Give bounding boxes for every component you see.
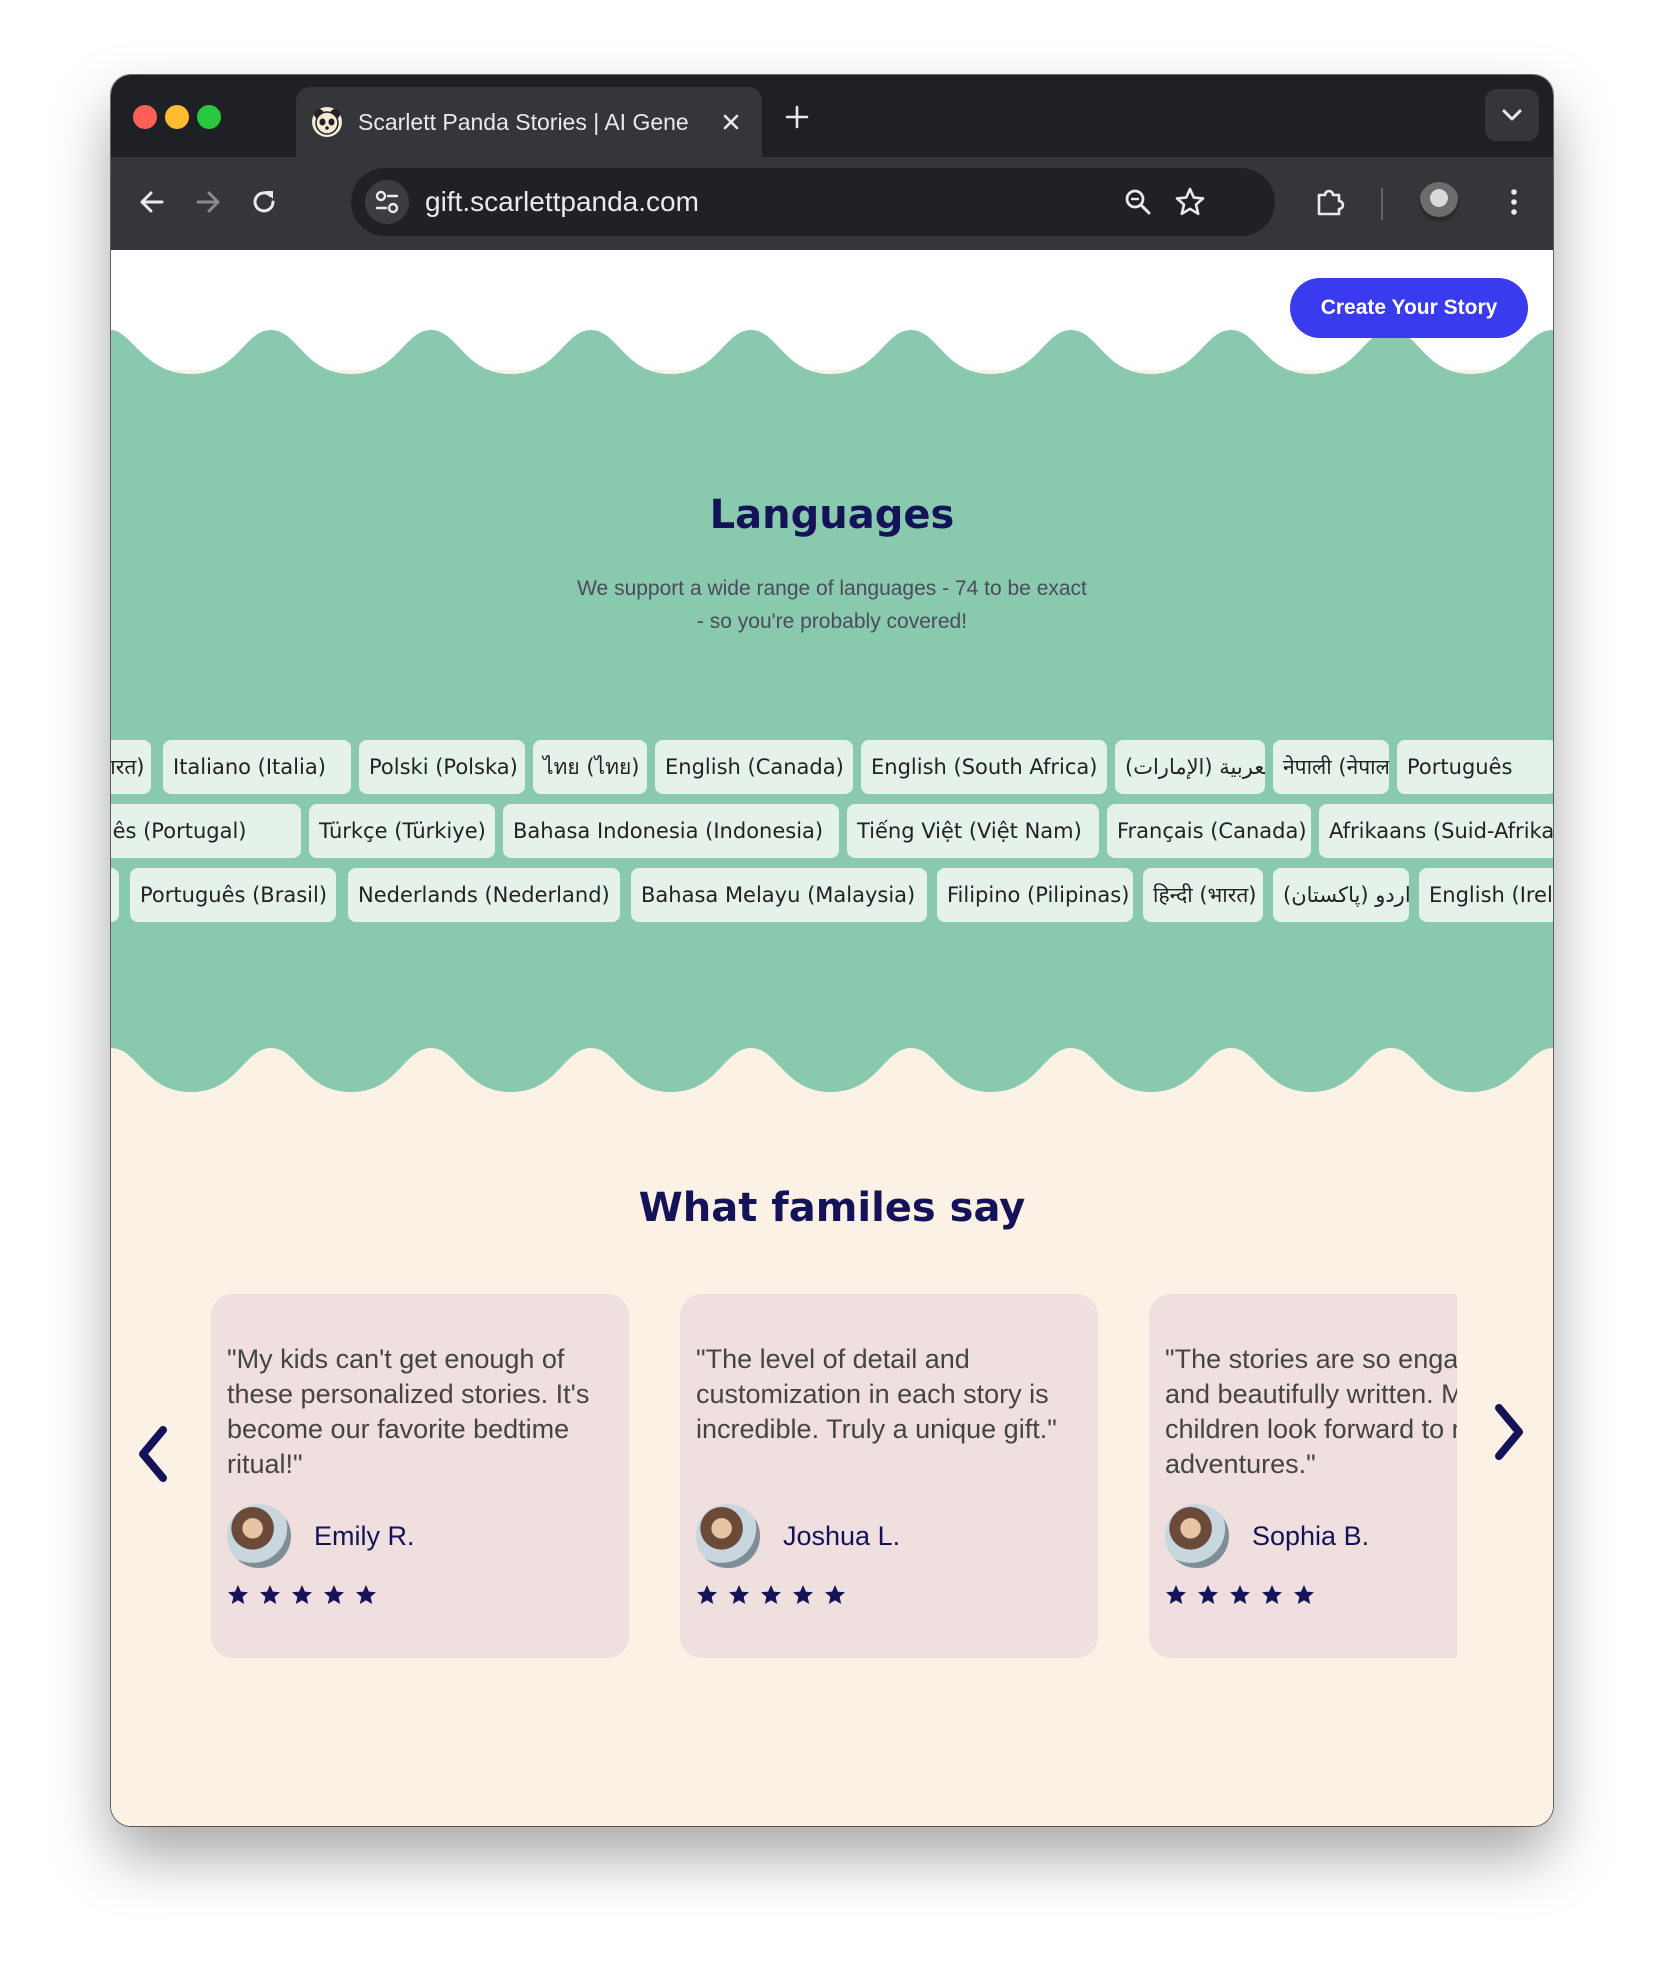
- browser-tab[interactable]: Scarlett Panda Stories | AI Generated: [296, 87, 762, 157]
- star-icon: [1198, 1585, 1218, 1604]
- minimize-window-button[interactable]: [165, 105, 189, 129]
- language-chip: اردو (پاکستان): [1273, 868, 1409, 922]
- testimonials-heading: What familes say: [638, 1185, 1026, 1231]
- toolbar-divider: [1381, 188, 1383, 220]
- star-icon: [324, 1585, 344, 1604]
- star-icon: [1262, 1585, 1282, 1604]
- star-rating: [227, 1584, 387, 1608]
- extensions-puzzle-icon[interactable]: [1313, 185, 1347, 219]
- address-bar[interactable]: gift.scarlettpanda.com: [351, 168, 1275, 236]
- star-rating: [696, 1584, 856, 1608]
- languages-heading: Languages: [709, 492, 955, 538]
- star-icon: [793, 1585, 813, 1604]
- site-settings-tune-icon[interactable]: [365, 180, 409, 224]
- language-chip: हिन्दी (भारत): [1143, 868, 1263, 922]
- language-chip: [111, 868, 119, 922]
- reviewer-name: Emily R.: [314, 1521, 415, 1551]
- star-icon: [292, 1585, 312, 1604]
- profile-avatar[interactable]: [1419, 182, 1459, 222]
- star-icon: [1230, 1585, 1250, 1604]
- star-icon: [697, 1585, 717, 1604]
- testimonial-card: "My kids can't get enough of these perso…: [211, 1294, 629, 1658]
- language-chip: Português (Brasil): [130, 868, 336, 922]
- language-row-1: हिन्दी (भारत) Italiano (Italia) Polski (…: [111, 740, 1553, 794]
- language-chip: English (South Africa): [861, 740, 1107, 794]
- testimonial-quote: "My kids can't get enough of these perso…: [227, 1344, 590, 1479]
- maximize-window-button[interactable]: [197, 105, 221, 129]
- chevron-left-icon[interactable]: [129, 1422, 177, 1486]
- language-chip: हिन्दी (भारत): [111, 740, 151, 794]
- browser-window: Scarlett Panda Stories | AI Generated gi: [111, 75, 1553, 1826]
- zoom-search-icon[interactable]: [1121, 185, 1155, 219]
- reviewer-name: Sophia B.: [1252, 1521, 1370, 1551]
- reload-icon[interactable]: [247, 185, 281, 219]
- star-icon: [761, 1585, 781, 1604]
- page-content: Create Your Story Languages We support a…: [111, 250, 1553, 1826]
- language-chip: Türkçe (Türkiye): [309, 804, 495, 858]
- star-icon: [1294, 1585, 1314, 1604]
- url-text[interactable]: gift.scarlettpanda.com: [425, 185, 699, 219]
- browser-toolbar: gift.scarlettpanda.com: [111, 157, 1553, 250]
- reviewer-name: Joshua L.: [783, 1521, 901, 1551]
- testimonial-quote: "The level of detail and customization i…: [696, 1344, 1057, 1444]
- testimonial-quote: "The stories are so engaging and beautif…: [1165, 1344, 1457, 1479]
- tab-title: Scarlett Panda Stories | AI Generated: [358, 109, 688, 135]
- language-chip: Filipino (Pilipinas): [937, 868, 1133, 922]
- star-icon: [260, 1585, 280, 1604]
- languages-subtitle: We support a wide range of languages - 7…: [577, 577, 1087, 633]
- reviewer-avatar: [1165, 1504, 1229, 1568]
- close-window-button[interactable]: [133, 105, 157, 129]
- language-chip: English (Ireland): [1419, 868, 1553, 922]
- bookmark-star-icon[interactable]: [1173, 185, 1207, 219]
- testimonial-card: "The stories are so engaging and beautif…: [1149, 1294, 1457, 1658]
- language-chip: Bahasa Melayu (Malaysia): [631, 868, 927, 922]
- language-chip: नेपाली (नेपाल): [1273, 740, 1389, 794]
- language-row-2: Português (Portugal) Türkçe (Türkiye) Ba…: [111, 804, 1553, 858]
- forward-arrow-icon[interactable]: [191, 185, 225, 219]
- language-chip: Polski (Polska): [359, 740, 525, 794]
- tab-bar: Scarlett Panda Stories | AI Generated: [111, 75, 1553, 157]
- language-chip: Português: [1397, 740, 1553, 794]
- star-icon: [1166, 1585, 1186, 1604]
- star-rating: [1165, 1584, 1325, 1608]
- language-chip: Bahasa Indonesia (Indonesia): [503, 804, 839, 858]
- testimonial-card: "The level of detail and customization i…: [680, 1294, 1098, 1658]
- languages-wave-background: [111, 330, 1553, 1092]
- language-row-3: Português (Brasil) Nederlands (Nederland…: [111, 868, 1553, 922]
- reviewer-avatar: [696, 1504, 760, 1568]
- language-chip: Italiano (Italia): [163, 740, 351, 794]
- reviewer-avatar: [227, 1504, 291, 1568]
- panda-favicon-icon: [312, 107, 342, 137]
- back-arrow-icon[interactable]: [135, 185, 169, 219]
- star-icon: [729, 1585, 749, 1604]
- star-icon: [228, 1585, 248, 1604]
- create-your-story-button[interactable]: Create Your Story: [1290, 278, 1528, 338]
- new-tab-icon[interactable]: [783, 103, 811, 131]
- language-chip: Afrikaans (Suid-Afrika): [1319, 804, 1553, 858]
- star-icon: [825, 1585, 845, 1604]
- star-icon: [356, 1585, 376, 1604]
- language-chip: Nederlands (Nederland): [348, 868, 620, 922]
- close-tab-icon[interactable]: [718, 109, 744, 135]
- language-chip: Français (Canada): [1107, 804, 1311, 858]
- language-chip: ไทย (ไทย): [533, 740, 647, 794]
- language-chip: English (Canada): [655, 740, 853, 794]
- chevron-right-icon[interactable]: [1485, 1400, 1533, 1464]
- more-menu-icon[interactable]: [1497, 185, 1531, 219]
- tab-search-chevron-down-icon[interactable]: [1485, 89, 1539, 141]
- language-chip: Tiếng Việt (Việt Nam): [847, 804, 1099, 858]
- language-chip: العربية (الإمارات): [1115, 740, 1265, 794]
- language-chip: Português (Portugal): [111, 804, 301, 858]
